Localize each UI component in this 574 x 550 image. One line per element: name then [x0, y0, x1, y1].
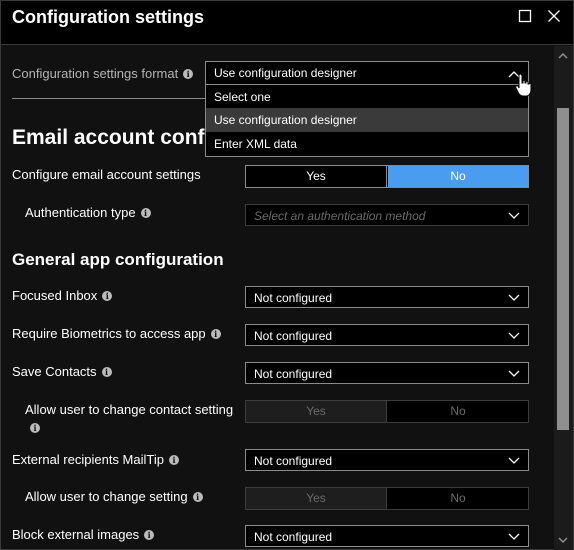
biometrics-label: Require Biometrics to access app	[12, 326, 206, 341]
scroll-thumb[interactable]	[557, 108, 569, 430]
allow-contact-label: Allow user to change contact setting	[25, 402, 234, 417]
focused-inbox-label: Focused Inbox	[12, 288, 98, 303]
info-icon[interactable]: i	[102, 290, 113, 301]
biometrics-label-row: Require Biometrics to access app i	[12, 326, 221, 341]
mailtip-label: External recipients MailTip	[12, 452, 164, 467]
yes-option[interactable]: Yes	[246, 488, 387, 509]
mailtip-select[interactable]: Not configured	[245, 449, 529, 471]
divider	[12, 98, 205, 99]
info-icon[interactable]: i	[30, 423, 40, 433]
info-icon[interactable]: i	[210, 328, 221, 339]
yes-option[interactable]: Yes	[246, 401, 387, 422]
format-select[interactable]: Use configuration designer	[205, 61, 529, 85]
format-dropdown-list: Select one Use configuration designer En…	[205, 85, 529, 157]
dropdown-option[interactable]: Enter XML data	[206, 132, 528, 156]
focused-inbox-select[interactable]: Not configured	[245, 286, 529, 308]
format-label-row: Configuration settings format i	[12, 66, 194, 81]
no-option[interactable]: No	[388, 401, 528, 422]
block-images-label: Block external images	[12, 527, 140, 542]
allow-contact-toggle[interactable]: Yes No	[245, 400, 529, 423]
biometrics-value: Not configured	[254, 329, 333, 343]
focused-inbox-value: Not configured	[254, 291, 333, 305]
allow-setting-label-row: Allow user to change setting i	[25, 489, 203, 504]
mailtip-value: Not configured	[254, 454, 333, 468]
scroll-down-icon[interactable]	[557, 534, 569, 546]
info-icon[interactable]: i	[144, 529, 155, 540]
focused-inbox-label-row: Focused Inbox i	[12, 288, 113, 303]
allow-setting-toggle[interactable]: Yes No	[245, 487, 529, 510]
configure-email-toggle[interactable]: Yes No	[245, 165, 529, 188]
save-contacts-value: Not configured	[254, 367, 333, 381]
info-icon[interactable]: i	[168, 454, 179, 465]
save-contacts-select[interactable]: Not configured	[245, 362, 529, 384]
vertical-scrollbar[interactable]	[554, 46, 573, 550]
no-option[interactable]: No	[388, 166, 528, 187]
dropdown-option[interactable]: Select one	[206, 85, 528, 109]
configuration-blade: Configuration settings Configuration set…	[0, 0, 574, 550]
yes-option[interactable]: Yes	[246, 166, 387, 187]
email-section-title: Email account confi	[12, 126, 211, 149]
blade-title: Configuration settings	[12, 7, 204, 27]
no-option[interactable]: No	[388, 488, 528, 509]
chevron-down-icon	[508, 457, 520, 464]
dropdown-option[interactable]: Use configuration designer	[206, 108, 528, 132]
scroll-up-icon[interactable]	[557, 50, 569, 62]
format-label: Configuration settings format	[12, 66, 179, 81]
info-icon[interactable]: i	[192, 491, 203, 502]
auth-type-select[interactable]: Select an authentication method	[245, 204, 529, 226]
block-images-select[interactable]: Not configured	[245, 525, 529, 547]
mailtip-label-row: External recipients MailTip i	[12, 452, 179, 467]
general-section-title: General app configuration	[12, 250, 224, 269]
format-selected-value: Use configuration designer	[214, 66, 357, 80]
maximize-icon[interactable]	[518, 9, 534, 25]
chevron-down-icon	[508, 533, 520, 540]
chevron-down-icon	[508, 332, 520, 339]
chevron-down-icon	[508, 212, 520, 219]
biometrics-select[interactable]: Not configured	[245, 324, 529, 346]
save-contacts-label: Save Contacts	[12, 364, 97, 379]
auth-type-label: Authentication type	[25, 205, 136, 220]
info-icon[interactable]: i	[183, 68, 194, 79]
block-images-value: Not configured	[254, 530, 333, 544]
auth-type-label-row: Authentication type i	[25, 205, 151, 220]
configure-email-label: Configure email account settings	[12, 167, 201, 182]
save-contacts-label-row: Save Contacts i	[12, 364, 112, 379]
info-icon[interactable]: i	[140, 207, 151, 218]
info-icon[interactable]: i	[101, 366, 112, 377]
chevron-down-icon	[508, 370, 520, 377]
chevron-down-icon	[508, 294, 520, 301]
block-images-label-row: Block external images i	[12, 527, 155, 542]
auth-type-placeholder: Select an authentication method	[254, 209, 426, 223]
blade-header: Configuration settings	[1, 1, 573, 45]
hand-cursor-icon	[515, 73, 532, 97]
allow-setting-label: Allow user to change setting	[25, 489, 188, 504]
close-icon[interactable]	[547, 9, 563, 25]
